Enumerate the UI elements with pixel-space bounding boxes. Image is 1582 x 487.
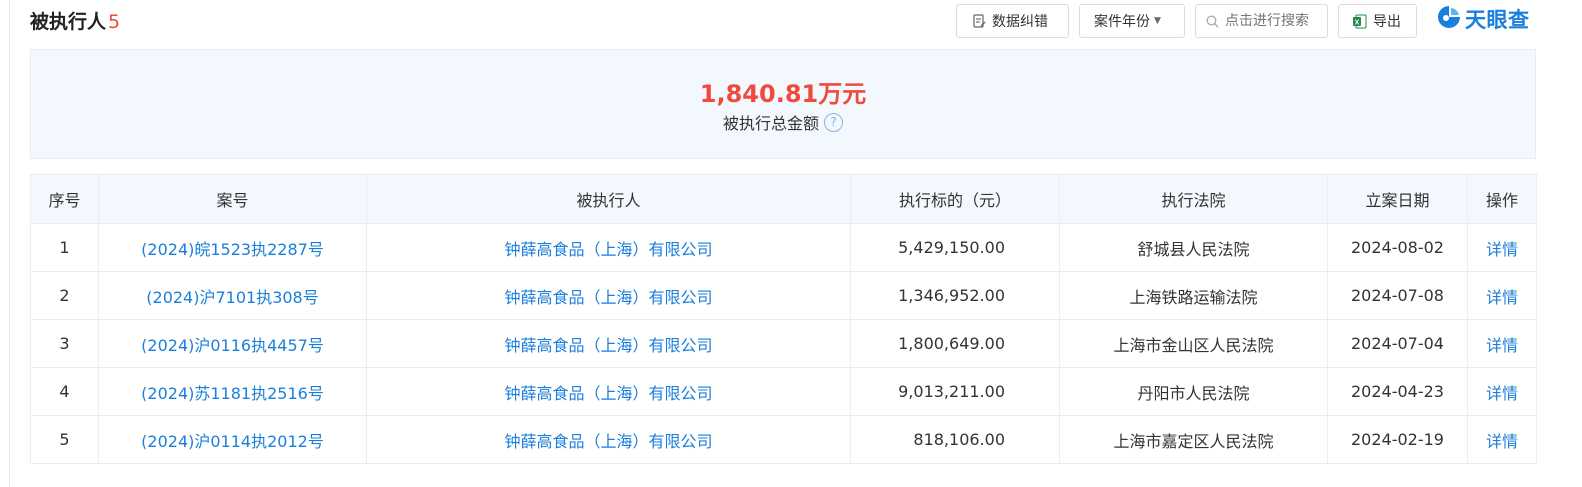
case-number-link[interactable]: (2024)苏1181执2516号 [98,367,367,416]
details-link[interactable]: 详情 [1467,319,1537,368]
tianyancha-logo-text: 天眼查 [1465,8,1530,32]
export-button[interactable]: X 导出 [1338,4,1417,38]
section-title: 被执行人 5 [30,7,120,34]
search-icon [1206,15,1219,28]
col-header-amount: 执行标的（元） [850,174,1060,224]
help-icon[interactable]: ? [824,112,843,132]
search-box[interactable] [1195,4,1328,38]
table-row: 1 (2024)皖1523执2287号 钟薛高食品（上海）有限公司 5,429,… [30,223,1537,272]
excel-icon: X [1352,14,1367,29]
party-link[interactable]: 钟薛高食品（上海）有限公司 [366,415,851,464]
filing-date: 2024-07-08 [1327,271,1468,320]
details-link[interactable]: 详情 [1467,223,1537,272]
party-link[interactable]: 钟薛高食品（上海）有限公司 [366,271,851,320]
search-input[interactable] [1225,13,1321,29]
details-link[interactable]: 详情 [1467,415,1537,464]
case-number-link[interactable]: (2024)沪7101执308号 [98,271,367,320]
court-name: 丹阳市人民法院 [1059,367,1328,416]
table-row: 4 (2024)苏1181执2516号 钟薛高食品（上海）有限公司 9,013,… [30,367,1537,416]
row-no: 3 [30,319,99,368]
filing-date: 2024-04-23 [1327,367,1468,416]
filing-date: 2024-08-02 [1327,223,1468,272]
data-correction-button[interactable]: 数据纠错 [956,4,1069,38]
filing-date: 2024-07-04 [1327,319,1468,368]
execution-amount: 5,429,150.00 [850,223,1060,272]
table-row: 5 (2024)沪0114执2012号 钟薛高食品（上海）有限公司 818,10… [30,415,1537,464]
execution-amount: 818,106.00 [850,415,1060,464]
case-number-link[interactable]: (2024)皖1523执2287号 [98,223,367,272]
details-link[interactable]: 详情 [1467,271,1537,320]
court-name: 上海市嘉定区人民法院 [1059,415,1328,464]
tianyancha-logo-icon [1436,4,1462,34]
executee-table: 序号 案号 被执行人 执行标的（元） 执行法院 立案日期 操作 1 (2024)… [30,174,1537,464]
row-no: 5 [30,415,99,464]
table-row: 3 (2024)沪0116执4457号 钟薛高食品（上海）有限公司 1,800,… [30,319,1537,368]
total-amount-label: 被执行总金额 [722,114,819,133]
court-name: 上海铁路运输法院 [1059,271,1328,320]
total-amount-value: 1,840.81万元 [699,80,867,108]
party-link[interactable]: 钟薛高食品（上海）有限公司 [366,319,851,368]
tianyancha-logo: 天眼查 [1436,5,1530,33]
col-header-action: 操作 [1467,174,1537,224]
court-name: 舒城县人民法院 [1059,223,1328,272]
page-left-border [9,0,10,487]
execution-amount: 1,346,952.00 [850,271,1060,320]
party-link[interactable]: 钟薛高食品（上海）有限公司 [366,367,851,416]
row-no: 1 [30,223,99,272]
row-no: 2 [30,271,99,320]
col-header-date: 立案日期 [1327,174,1468,224]
details-link[interactable]: 详情 [1467,367,1537,416]
case-number-link[interactable]: (2024)沪0116执4457号 [98,319,367,368]
case-year-dropdown[interactable]: 案件年份 ▼ [1079,4,1185,38]
filing-date: 2024-02-19 [1327,415,1468,464]
section-header: 被执行人5 数据纠错 案件年份 ▼ X 导出 天眼查 [30,0,1536,40]
total-amount-panel: 1,840.81万元 被执行总金额 ? [30,49,1536,159]
row-no: 4 [30,367,99,416]
svg-text:X: X [1355,19,1360,26]
export-label: 导出 [1373,14,1401,30]
section-title-text: 被执行人 [30,11,107,33]
execution-amount: 9,013,211.00 [850,367,1060,416]
edit-doc-icon [973,14,986,28]
execution-amount: 1,800,649.00 [850,319,1060,368]
total-amount-caption: 被执行总金额 ? [31,110,1535,134]
record-count: 5 [108,11,121,33]
caret-down-icon: ▼ [1154,16,1161,26]
col-header-case: 案号 [98,174,367,224]
court-name: 上海市金山区人民法院 [1059,319,1328,368]
col-header-party: 被执行人 [366,174,851,224]
data-correction-label: 数据纠错 [992,14,1048,30]
table-header-row: 序号 案号 被执行人 执行标的（元） 执行法院 立案日期 操作 [30,174,1537,224]
col-header-no: 序号 [30,174,99,224]
col-header-court: 执行法院 [1059,174,1328,224]
party-link[interactable]: 钟薛高食品（上海）有限公司 [366,223,851,272]
case-number-link[interactable]: (2024)沪0114执2012号 [98,415,367,464]
case-year-label: 案件年份 [1094,14,1150,30]
table-row: 2 (2024)沪7101执308号 钟薛高食品（上海）有限公司 1,346,9… [30,271,1537,320]
